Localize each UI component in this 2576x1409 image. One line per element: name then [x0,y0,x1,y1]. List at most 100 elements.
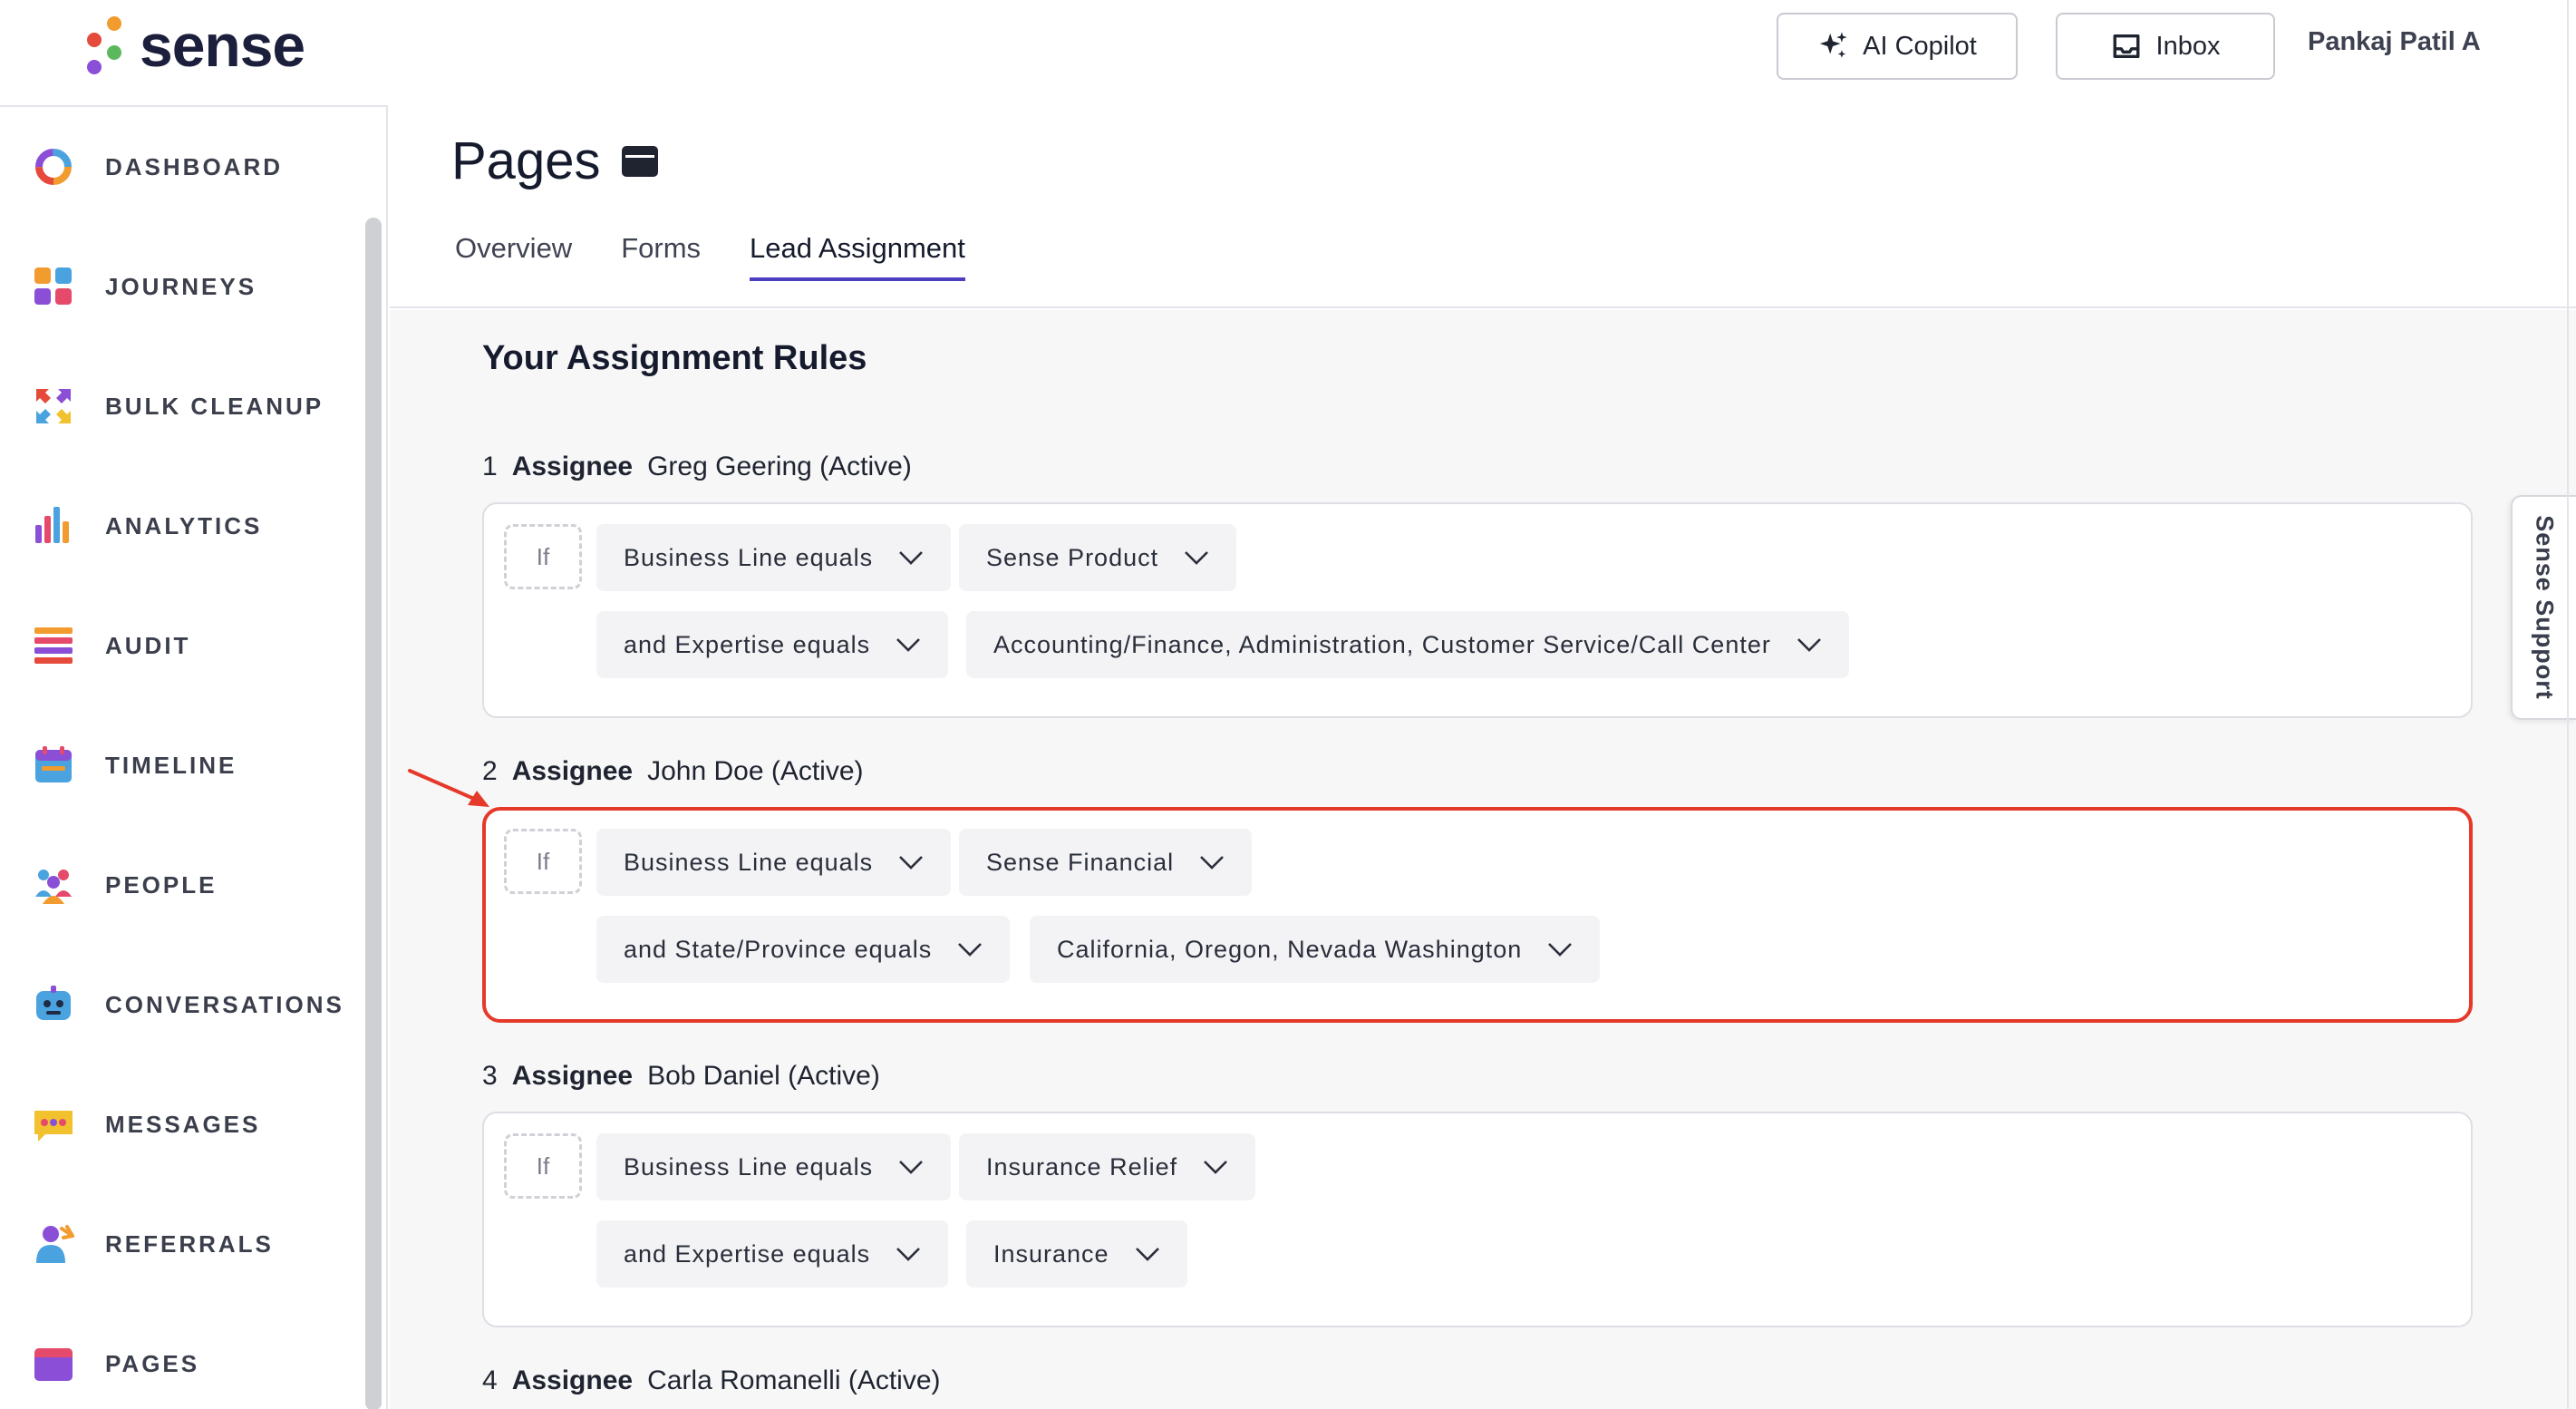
condition-value-dropdown[interactable]: Insurance Relief [959,1133,1256,1200]
sidebar-item-label: JOURNEYS [105,272,257,300]
condition-value-dropdown[interactable]: Accounting/Finance, Administration, Cust… [966,611,1849,678]
rule-number: 1 [482,452,498,481]
if-label: If [504,524,582,589]
condition-value-dropdown[interactable]: Sense Financial [959,829,1253,896]
inbox-label: Inbox [2155,31,2221,61]
page-header: Pages Overview Forms Lead Assignment [390,105,2576,308]
inbox-icon [2113,34,2139,59]
rule-number: 4 [482,1365,498,1395]
sidebar-item-journeys[interactable]: JOURNEYS [0,241,358,332]
condition-field: Business Line equals [624,543,874,571]
condition-value: Insurance [993,1239,1109,1268]
condition-field: and Expertise equals [624,630,871,658]
sidebar-item-label: REFERRALS [105,1229,274,1258]
ai-copilot-label: AI Copilot [1863,31,1977,61]
chevron-down-icon [899,551,924,565]
dashboard-icon [33,146,74,188]
rule-header: 4 Assignee Carla Romanelli (Active) [482,1365,941,1396]
sidebar-item-people[interactable]: PEOPLE [0,840,358,930]
sense-logo[interactable]: sense [80,9,305,82]
sidebar-item-analytics[interactable]: ANALYTICS [0,481,358,571]
assignee-label: Assignee [511,756,634,786]
chevron-down-icon [958,943,983,957]
condition-value-dropdown[interactable]: Sense Product [959,524,1237,591]
page-title: Pages [451,131,659,191]
tab-lead-assignment[interactable]: Lead Assignment [750,232,965,281]
sense-support-label: Sense Support [2531,515,2559,700]
condition-value: Sense Product [986,543,1159,571]
rule-card-highlighted: If Business Line equals Sense Financial … [482,807,2473,1023]
assignee-name: Bob Daniel (Active) [647,1061,880,1091]
condition-field-dropdown[interactable]: Business Line equals [596,829,952,896]
journeys-icon [33,266,74,307]
sidebar-item-referrals[interactable]: REFERRALS [0,1199,358,1289]
rule-header: 1 Assignee Greg Geering (Active) [482,452,912,482]
sidebar-item-label: AUDIT [105,631,191,659]
condition-field-dropdown[interactable]: Business Line equals [596,1133,952,1200]
ai-copilot-button[interactable]: AI Copilot [1777,13,2018,80]
condition-field: Business Line equals [624,1152,874,1181]
page-tabs: Overview Forms Lead Assignment [455,232,965,281]
audit-icon [33,625,74,666]
assignee-label: Assignee [511,1365,634,1395]
sidebar-item-label: BULK CLEANUP [105,392,324,420]
condition-field-dropdown[interactable]: and State/Province equals [596,916,1011,983]
window-edge [2567,0,2569,1409]
sidebar-item-label: MESSAGES [105,1110,261,1138]
chevron-down-icon [1548,943,1573,957]
inbox-button[interactable]: Inbox [2056,13,2275,80]
sidebar-item-conversations[interactable]: CONVERSATIONS [0,959,358,1050]
chevron-down-icon [1796,638,1821,652]
if-label: If [504,829,582,894]
chevron-down-icon [896,1248,921,1261]
rule-card: If Business Line equals Sense Product an… [482,502,2473,718]
sidebar: DASHBOARD JOURNEYS BULK CLEANUP ANALYTIC… [0,105,388,1409]
rule-header: 2 Assignee John Doe (Active) [482,756,864,787]
sidebar-item-messages[interactable]: MESSAGES [0,1079,358,1170]
condition-value: California, Oregon, Nevada Washington [1057,935,1523,963]
condition-field: and Expertise equals [624,1239,871,1268]
sidebar-scrollbar[interactable] [365,218,382,1409]
analytics-icon [33,505,74,547]
page-title-text: Pages [451,131,601,190]
rule-card: If Business Line equals Insurance Relief… [482,1112,2473,1327]
tab-forms[interactable]: Forms [621,232,701,281]
sidebar-item-label: DASHBOARD [105,152,283,180]
tab-overview[interactable]: Overview [455,232,572,281]
referrals-icon [33,1223,76,1265]
messages-icon [33,1103,74,1145]
sidebar-item-dashboard[interactable]: DASHBOARD [0,121,358,212]
logo-dots-icon [80,13,125,78]
if-label: If [504,1133,582,1199]
chevron-down-icon [1135,1248,1159,1261]
rule-number: 3 [482,1061,498,1091]
people-icon [33,864,74,906]
sidebar-item-pages[interactable]: PAGES [0,1318,358,1409]
condition-value: Insurance Relief [986,1152,1178,1181]
sidebar-item-audit[interactable]: AUDIT [0,600,358,691]
top-bar: sense AI Copilot Inbox Pankaj Patil A [0,0,2576,105]
condition-field-dropdown[interactable]: and Expertise equals [596,1220,949,1288]
timeline-icon [33,744,74,786]
condition-value-dropdown[interactable]: California, Oregon, Nevada Washington [1030,916,1601,983]
annotation-arrow-icon [408,769,489,807]
conversations-icon [33,984,74,1025]
chevron-down-icon [896,638,921,652]
condition-field-dropdown[interactable]: and Expertise equals [596,611,949,678]
rule-header: 3 Assignee Bob Daniel (Active) [482,1061,880,1092]
condition-value-dropdown[interactable]: Insurance [966,1220,1187,1288]
user-menu[interactable]: Pankaj Patil A [2308,27,2481,57]
assignee-label: Assignee [511,1061,634,1091]
logo-text: sense [140,12,305,79]
condition-value: Sense Financial [986,848,1175,876]
assignee-name: Carla Romanelli (Active) [647,1365,941,1395]
browser-window-icon [622,145,659,177]
sidebar-item-label: ANALYTICS [105,511,263,539]
condition-field-dropdown[interactable]: Business Line equals [596,524,952,591]
condition-field: and State/Province equals [624,935,933,963]
sidebar-item-timeline[interactable]: TIMELINE [0,720,358,811]
sidebar-item-label: TIMELINE [105,751,237,779]
sidebar-item-bulk-cleanup[interactable]: BULK CLEANUP [0,361,358,452]
chevron-down-icon [899,1161,924,1174]
assignee-label: Assignee [511,452,634,481]
